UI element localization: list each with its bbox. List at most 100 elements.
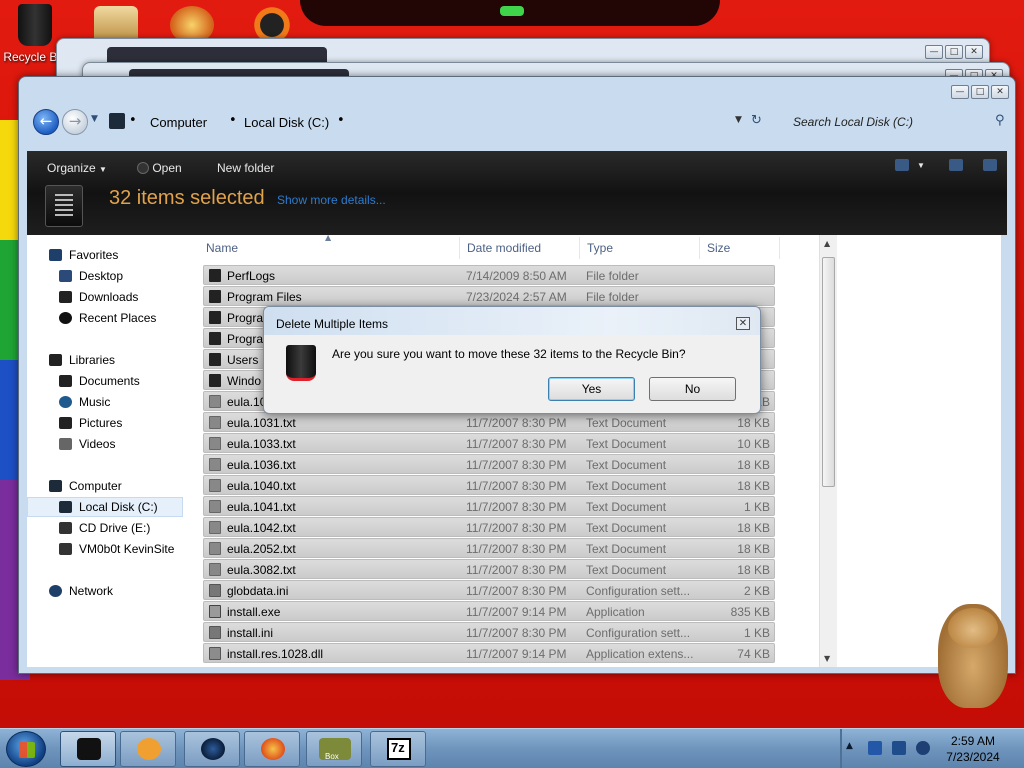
- nav-downloads[interactable]: Downloads: [27, 287, 201, 307]
- taskbar-7zip-button[interactable]: 7z: [370, 731, 426, 767]
- close-icon[interactable]: ✕: [736, 317, 750, 330]
- show-more-details-link[interactable]: Show more details...: [277, 193, 386, 207]
- nav-network-share[interactable]: VM0b0t KevinSite: [27, 539, 201, 559]
- file-name: globdata.ini: [227, 584, 289, 598]
- preview-pane-icon[interactable]: [949, 159, 963, 171]
- column-divider[interactable]: [459, 237, 460, 259]
- folder-icon: [209, 269, 221, 282]
- txt-file-icon: [209, 416, 221, 429]
- column-header-name[interactable]: Name: [206, 241, 238, 255]
- scrollbar-thumb[interactable]: [822, 257, 835, 487]
- file-date-modified: 11/7/2007 8:30 PM: [466, 521, 567, 535]
- taskbar-explorer-button[interactable]: [60, 731, 116, 767]
- network-status-icon[interactable]: [916, 741, 930, 755]
- nav-network[interactable]: Network: [27, 581, 201, 601]
- delete-confirmation-dialog[interactable]: Delete Multiple Items ✕ Are you sure you…: [263, 306, 761, 414]
- nav-cd-drive[interactable]: CD Drive (E:): [27, 518, 201, 538]
- nav-computer[interactable]: Computer: [27, 476, 201, 496]
- recent-pages-dropdown-icon[interactable]: ▼: [91, 114, 98, 124]
- tray-app-icon[interactable]: [868, 741, 882, 755]
- file-size: 18 KB: [737, 521, 770, 535]
- new-folder-button[interactable]: New folder: [217, 161, 274, 175]
- help-icon[interactable]: [983, 159, 997, 171]
- taskbar-globe-button[interactable]: [184, 731, 240, 767]
- file-type: Application: [586, 605, 645, 619]
- clock-time: 2:59 AM: [950, 734, 996, 748]
- breadcrumb-separator-icon[interactable]: •: [337, 113, 345, 128]
- file-row[interactable]: install.exe 11/7/2007 9:14 PM Application 8…: [203, 601, 775, 621]
- file-size: 835 KB: [730, 605, 770, 619]
- taskbar-firefox-button[interactable]: [244, 731, 300, 767]
- organize-button[interactable]: Organize ▼: [47, 161, 107, 175]
- file-row[interactable]: install.ini 11/7/2007 8:30 PM Configuratio…: [203, 622, 775, 642]
- no-button[interactable]: No: [649, 377, 736, 401]
- close-icon[interactable]: ✕: [965, 45, 983, 59]
- file-row[interactable]: PerfLogs 7/14/2009 8:50 AM File folder: [203, 265, 775, 285]
- file-row[interactable]: globdata.ini 11/7/2007 8:30 PM Configurati…: [203, 580, 775, 600]
- back-button[interactable]: ←: [33, 109, 59, 135]
- search-icon[interactable]: ⚲: [995, 113, 1005, 128]
- nav-documents[interactable]: Documents: [27, 371, 201, 391]
- vertical-scrollbar[interactable]: ▲ ▼: [819, 235, 837, 667]
- file-row[interactable]: eula.2052.txt 11/7/2007 8:30 PM Text Docum…: [203, 538, 775, 558]
- forward-button[interactable]: →: [62, 109, 88, 135]
- nav-favorites[interactable]: Favorites: [27, 245, 201, 265]
- file-row[interactable]: install.res.1028.dll 11/7/2007 9:14 PM App…: [203, 643, 775, 663]
- change-view-icon[interactable]: [895, 159, 909, 171]
- nav-music[interactable]: Music: [27, 392, 201, 412]
- nav-recent-places[interactable]: Recent Places: [27, 308, 201, 328]
- media-player-icon: [137, 738, 161, 760]
- file-name: eula.1031.txt: [227, 416, 296, 430]
- file-row[interactable]: Program Files 7/23/2024 2:57 AM File folde…: [203, 286, 775, 306]
- column-header-type[interactable]: Type: [587, 241, 613, 255]
- column-header-date[interactable]: Date modified: [467, 241, 541, 255]
- minimize-icon[interactable]: —: [925, 45, 943, 59]
- file-row[interactable]: eula.1040.txt 11/7/2007 8:30 PM Text Docum…: [203, 475, 775, 495]
- txt-file-icon: [209, 437, 221, 450]
- breadcrumb-separator-icon[interactable]: •: [129, 113, 137, 128]
- address-dropdown-icon[interactable]: ▼: [735, 115, 742, 125]
- nav-local-disk[interactable]: Local Disk (C:): [27, 497, 183, 517]
- network-icon: [49, 585, 62, 597]
- file-row[interactable]: eula.1041.txt 11/7/2007 8:30 PM Text Docum…: [203, 496, 775, 516]
- file-row[interactable]: eula.3082.txt 11/7/2007 8:30 PM Text Docum…: [203, 559, 775, 579]
- scroll-up-icon[interactable]: ▲: [824, 239, 830, 248]
- search-input[interactable]: Search Local Disk (C:): [785, 109, 1015, 135]
- file-date-modified: 7/14/2009 8:50 AM: [466, 269, 567, 283]
- refresh-icon[interactable]: ↻: [751, 113, 762, 128]
- file-row[interactable]: eula.1042.txt 11/7/2007 8:30 PM Text Docum…: [203, 517, 775, 537]
- start-button[interactable]: [6, 731, 46, 767]
- column-divider[interactable]: [579, 237, 580, 259]
- breadcrumb-separator-icon[interactable]: •: [229, 113, 237, 128]
- minimize-icon[interactable]: —: [951, 85, 969, 99]
- close-icon[interactable]: ✕: [991, 85, 1009, 99]
- nav-libraries[interactable]: Libraries: [27, 350, 201, 370]
- nav-pictures[interactable]: Pictures: [27, 413, 201, 433]
- column-divider[interactable]: [779, 237, 780, 259]
- file-row[interactable]: eula.1036.txt 11/7/2007 8:30 PM Text Docum…: [203, 454, 775, 474]
- folder-icon: [209, 332, 221, 345]
- yes-button[interactable]: Yes: [548, 377, 635, 401]
- view-options-dropdown-icon[interactable]: ▼: [917, 161, 925, 170]
- recycle-bin-icon: [18, 4, 52, 46]
- scroll-down-icon[interactable]: ▼: [824, 654, 830, 663]
- column-header-size[interactable]: Size: [707, 241, 730, 255]
- file-size: 2 KB: [743, 584, 770, 598]
- maximize-icon[interactable]: □: [945, 45, 963, 59]
- column-divider[interactable]: [699, 237, 700, 259]
- taskbar-media-player-button[interactable]: [120, 731, 176, 767]
- file-row[interactable]: eula.1031.txt 11/7/2007 8:30 PM Text Docum…: [203, 412, 775, 432]
- breadcrumb-local-disk[interactable]: Local Disk (C:): [244, 115, 329, 130]
- action-center-icon[interactable]: [892, 741, 906, 755]
- taskbar-box-button[interactable]: Box: [306, 731, 362, 767]
- file-size: 1 KB: [743, 626, 770, 640]
- file-row[interactable]: eula.1033.txt 11/7/2007 8:30 PM Text Docum…: [203, 433, 775, 453]
- file-date-modified: 11/7/2007 8:30 PM: [466, 542, 567, 556]
- maximize-icon[interactable]: □: [971, 85, 989, 99]
- system-clock[interactable]: 2:59 AM 7/23/2024: [936, 733, 1010, 765]
- show-hidden-icons-icon[interactable]: ▲: [846, 741, 853, 751]
- nav-desktop[interactable]: Desktop: [27, 266, 201, 286]
- breadcrumb-computer[interactable]: Computer: [150, 115, 207, 130]
- open-button[interactable]: Open: [137, 161, 182, 175]
- nav-videos[interactable]: Videos: [27, 434, 201, 454]
